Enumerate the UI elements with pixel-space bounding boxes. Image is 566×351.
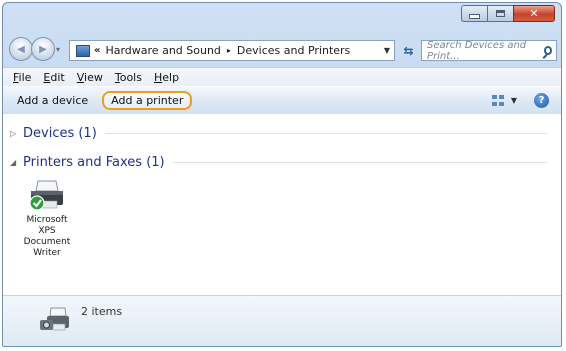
printer-default-icon [29,180,63,211]
explorer-window: ✕ ◀ ▶ ▾ « Hardware and Sound ▸ Devices a… [2,2,562,347]
printer-name: Microsoft XPS Document Writer [17,215,77,259]
recent-pages-dropdown-icon[interactable]: ▾ [56,45,60,54]
minimize-button[interactable] [461,5,487,22]
menu-view-label: iew [84,71,103,84]
add-printer-button[interactable]: Add a printer [102,91,193,110]
search-placeholder: Search Devices and Print... [427,39,527,62]
minimize-icon [469,14,480,19]
group-title-devices: Devices (1) [23,125,97,141]
forward-arrow-icon: ▶ [39,43,47,55]
group-header-devices[interactable]: ▷ Devices (1) [3,123,561,143]
group-header-printers[interactable]: ◢ Printers and Faxes (1) [3,152,561,172]
refresh-button[interactable]: ⇆ [400,42,417,59]
details-pane: 2 items [3,296,561,346]
control-panel-icon [76,44,90,57]
printer-name-line: Document [23,237,71,247]
menu-view[interactable]: View [71,71,109,84]
collapsed-triangle-icon[interactable]: ▷ [10,129,20,138]
content-pane: ▷ Devices (1) ◢ Printers and Faxes (1) M… [3,114,561,296]
forward-button[interactable]: ▶ [31,37,55,61]
caption-buttons: ✕ [461,5,555,22]
group-divider [104,132,547,134]
menu-help-label: elp [162,71,180,84]
printer-name-line: Microsoft [26,215,68,225]
back-button[interactable]: ◀ [9,37,33,61]
address-chevron[interactable]: « [94,45,100,56]
search-icon[interactable] [543,46,552,55]
navigation-row: ◀ ▶ ▾ « Hardware and Sound ▸ Devices and… [3,33,561,67]
maximize-button[interactable] [487,5,513,22]
menu-tools[interactable]: Tools [109,71,148,84]
back-arrow-icon: ◀ [17,43,25,55]
printer-name-line: XPS [38,226,56,236]
add-device-button[interactable]: Add a device [9,91,96,110]
command-bar: Add a device Add a printer ▼ ? [3,86,561,115]
refresh-icon: ⇆ [403,43,414,58]
close-button[interactable]: ✕ [513,5,555,22]
breadcrumb-devices-and-printers[interactable]: Devices and Printers [237,44,350,57]
maximize-icon [496,10,505,17]
group-divider [172,161,547,163]
item-count: 2 items [81,305,123,318]
printer-item[interactable]: Microsoft XPS Document Writer [17,179,77,259]
title-bar: ✕ [3,3,561,33]
menu-help[interactable]: Help [148,71,185,84]
menu-file-label: ile [18,71,32,84]
search-input[interactable]: Search Devices and Print... [421,39,557,62]
breadcrumb-hardware-and-sound[interactable]: Hardware and Sound [105,44,220,57]
views-dropdown-icon[interactable]: ▼ [511,96,517,105]
menu-help-mnemonic: H [153,71,163,84]
help-icon[interactable]: ? [534,93,549,108]
menu-edit[interactable]: Edit [37,71,70,84]
menu-edit-label: dit [50,71,65,84]
menu-tools-label: ools [119,71,142,84]
change-view-button[interactable]: ▼ [491,92,517,109]
close-icon: ✕ [529,7,539,20]
group-title-printers: Printers and Faxes (1) [23,154,165,170]
menu-view-mnemonic: V [76,71,85,84]
printer-name-line: Writer [33,248,61,258]
address-dropdown-icon[interactable]: ▼ [380,46,394,55]
menu-bar: File Edit View Tools Help [3,67,561,87]
address-bar[interactable]: « Hardware and Sound ▸ Devices and Print… [69,40,395,61]
views-icon [491,95,504,106]
printer-camera-icon [40,307,69,331]
menu-file[interactable]: File [3,71,37,84]
breadcrumb-separator-icon[interactable]: ▸ [227,46,231,55]
expanded-triangle-icon[interactable]: ◢ [10,158,20,167]
